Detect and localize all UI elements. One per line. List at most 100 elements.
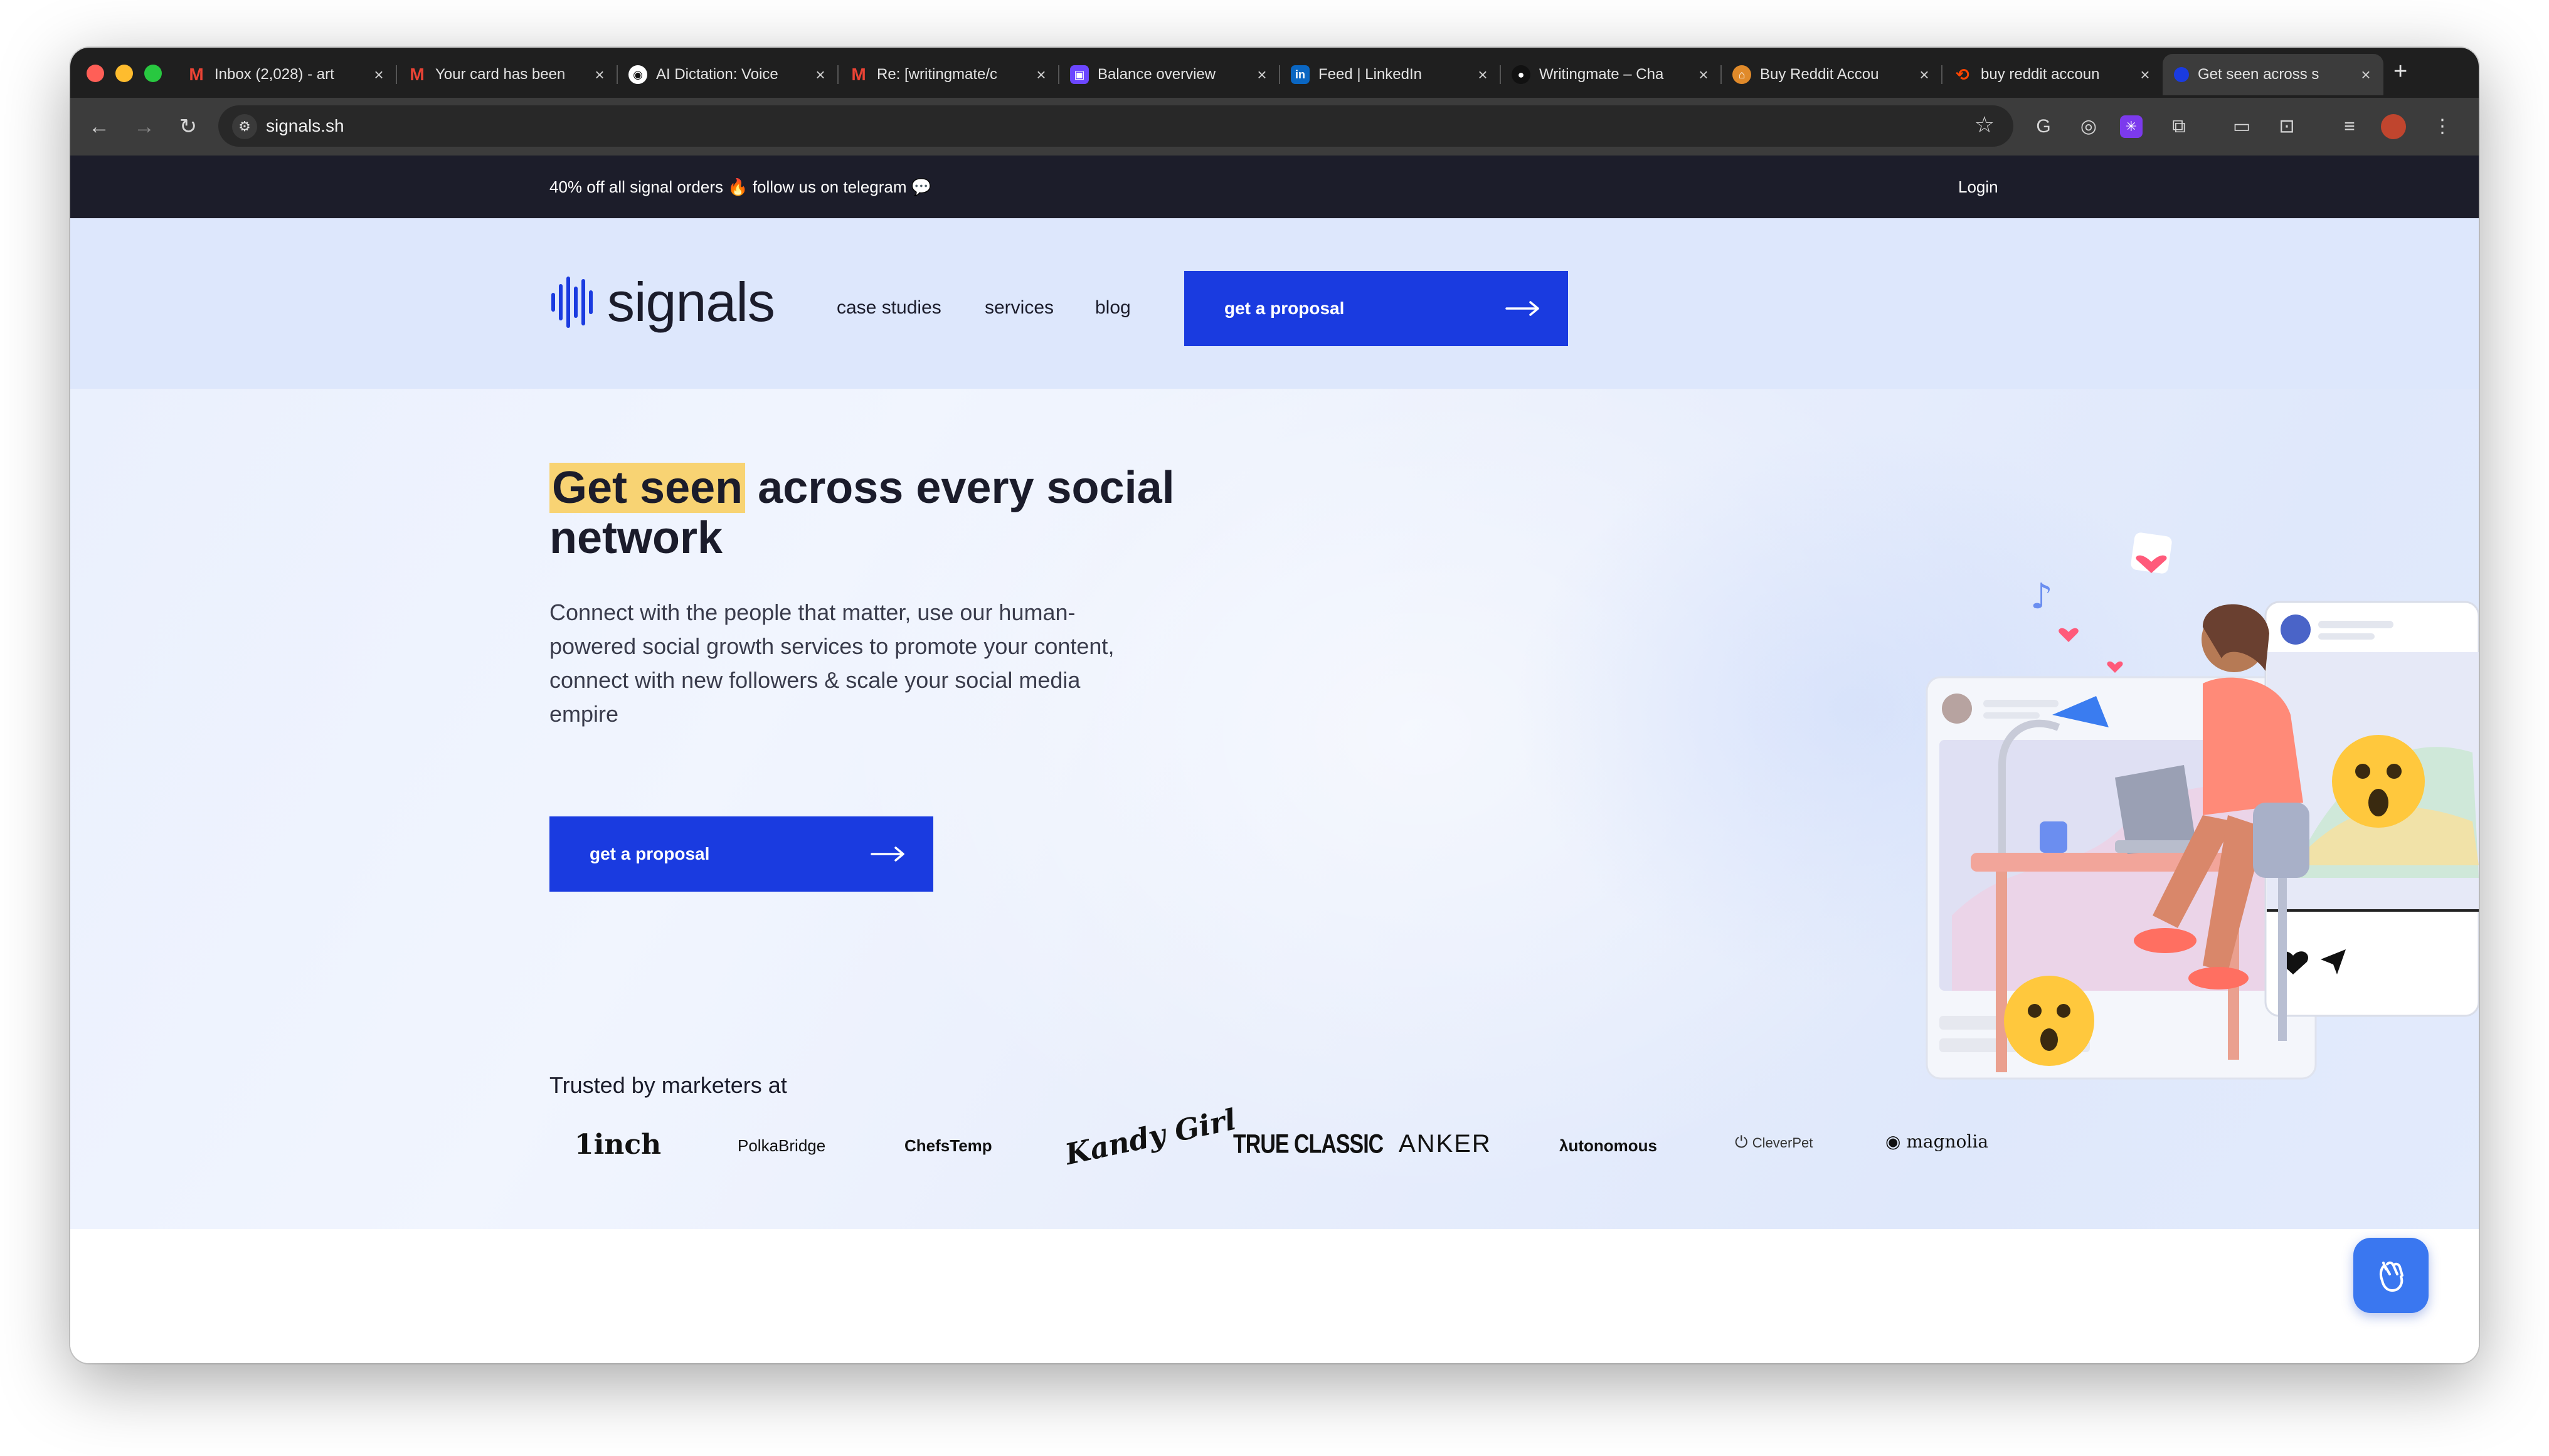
waving-hand-icon (2379, 1261, 2403, 1292)
brand-logo: ⏻ CleverPet (1735, 1132, 1813, 1151)
brand-logo: PolkaBridge (738, 1136, 826, 1155)
tab-title: buy reddit accoun (1981, 66, 2100, 83)
close-tab-icon[interactable]: × (2136, 65, 2154, 85)
browser-tab-active[interactable]: Get seen across s × (2163, 54, 2383, 95)
cta-label: get a proposal (1224, 298, 1345, 318)
signals-icon (2174, 67, 2189, 82)
hero-illustration: ♪ (1926, 532, 2479, 1080)
hero-headline: Get seen across every social network (549, 463, 1177, 563)
login-link[interactable]: Login (1958, 177, 1998, 197)
extensions-puzzle-icon[interactable]: ⧉ (2165, 113, 2193, 140)
browser-tab[interactable]: M Re: [writingmate/c × (838, 54, 1059, 95)
maximize-window-button[interactable] (144, 65, 162, 82)
close-tab-icon[interactable]: × (2357, 65, 2375, 85)
browser-tab[interactable]: M Your card has been × (396, 54, 618, 95)
close-tab-icon[interactable]: × (370, 65, 388, 85)
announcement-message[interactable]: 40% off all signal orders 🔥 follow us on… (549, 177, 931, 197)
ai-extension-icon[interactable]: ✳ (2120, 115, 2143, 138)
robot-extension-icon[interactable]: ◎ (2075, 113, 2102, 140)
tab-title: Re: [writingmate/c (877, 66, 998, 83)
reddit-search-icon: ⟲ (1956, 65, 1969, 84)
browser-tab[interactable]: M Inbox (2,028) - art × (176, 54, 397, 95)
tab-title: Balance overview (1098, 66, 1216, 83)
browser-tab[interactable]: ⌂ Buy Reddit Accou × (1721, 54, 1942, 95)
browser-tab[interactable]: ◉ AI Dictation: Voice × (617, 54, 839, 95)
headline-highlight: Get seen (549, 463, 746, 513)
url-text[interactable]: signals.sh (266, 116, 344, 136)
brand-logo-text: magnolia (1906, 1131, 1989, 1152)
brand-logo-text: CleverPet (1752, 1135, 1813, 1151)
close-tab-icon[interactable]: × (812, 65, 829, 85)
brand-logo: 1inch (575, 1129, 662, 1161)
gmail-icon: M (851, 65, 866, 84)
bookmark-star-icon[interactable]: ☆ (1974, 112, 1995, 138)
tab-title: AI Dictation: Voice (656, 66, 778, 83)
browser-toolbar: ← → ↻ ⚙ signals.sh ☆ G ◎ ✳ ⧉ ▭ ⊡ ≡ ⋮ (70, 98, 2479, 156)
stripe-icon: ▣ (1070, 65, 1089, 84)
next-section (70, 1229, 2479, 1363)
back-icon[interactable]: ← (85, 113, 113, 140)
arrow-right-icon (871, 847, 904, 862)
close-window-button[interactable] (87, 65, 104, 82)
more-menu-icon[interactable]: ⋮ (2429, 113, 2456, 140)
close-tab-icon[interactable]: × (1695, 65, 1712, 85)
tab-title: Buy Reddit Accou (1760, 66, 1879, 83)
nav-case-studies[interactable]: case studies (837, 297, 941, 319)
tab-search-icon[interactable]: ▭ (2228, 113, 2255, 140)
tab-title: Inbox (2,028) - art (215, 66, 334, 83)
trusted-label: Trusted by marketers at (549, 1072, 787, 1098)
browser-window: M Inbox (2,028) - art × M Your card has … (70, 48, 2479, 1363)
arrow-right-icon (1505, 301, 1539, 316)
minimize-window-button[interactable] (115, 65, 133, 82)
signals-logo[interactable]: signals (549, 271, 775, 334)
dictation-icon: ◉ (628, 65, 647, 84)
header-get-proposal-button[interactable]: get a proposal (1184, 271, 1568, 346)
gmail-icon: M (410, 65, 425, 84)
writingmate-icon: ● (1512, 65, 1530, 84)
address-bar[interactable]: ⚙ signals.sh ☆ (218, 105, 2013, 147)
brand-logo: ChefsTemp (904, 1136, 992, 1155)
close-tab-icon[interactable]: × (1032, 65, 1050, 85)
new-tab-button[interactable]: + (2393, 59, 2407, 84)
tab-title: Get seen across s (2198, 66, 2319, 83)
hero-get-proposal-button[interactable]: get a proposal (549, 816, 933, 892)
svg-text:♪: ♪ (2030, 576, 2053, 617)
site-header: signals case studies services blog get a… (70, 218, 2479, 389)
forward-icon[interactable]: → (130, 113, 158, 140)
nav-services[interactable]: services (985, 297, 1054, 319)
brand-logo: ANKER (1399, 1130, 1492, 1158)
brand-logos-row: 1inch PolkaBridge ChefsTemp Kandy Girl T… (549, 1102, 2055, 1185)
hero-section: Get seen across every social network Con… (70, 389, 2479, 1229)
site-settings-icon[interactable]: ⚙ (232, 114, 257, 139)
browser-tab[interactable]: ⟲ buy reddit accoun × (1942, 54, 2163, 95)
chat-widget-button[interactable] (2353, 1238, 2429, 1313)
close-tab-icon[interactable]: × (1474, 65, 1492, 85)
tab-title: Feed | LinkedIn (1318, 66, 1423, 83)
grammar-extension-icon[interactable]: G (2030, 113, 2057, 140)
reload-icon[interactable]: ↻ (174, 113, 202, 140)
brand-logo: TRUE CLASSIC (1233, 1129, 1384, 1159)
tab-title: Your card has been (435, 66, 566, 83)
shop-icon: ⌂ (1732, 65, 1751, 84)
nav-blog[interactable]: blog (1095, 297, 1131, 319)
reading-list-icon[interactable]: ≡ (2336, 113, 2363, 140)
close-tab-icon[interactable]: × (1253, 65, 1271, 85)
hero-subtext: Connect with the people that matter, use… (549, 599, 1115, 727)
brand-logo: Kandy Girl (1062, 1102, 1239, 1172)
profile-avatar-icon[interactable] (2381, 114, 2406, 139)
announcement-bar: 40% off all signal orders 🔥 follow us on… (70, 156, 2479, 218)
linkedin-icon: in (1291, 65, 1310, 84)
brand-logo: λutonomous (1559, 1136, 1657, 1155)
logo-wordmark: signals (607, 271, 775, 333)
browser-tab[interactable]: in Feed | LinkedIn × (1280, 54, 1501, 95)
waveform-icon (551, 277, 593, 328)
gmail-icon: M (189, 65, 204, 84)
browser-tab[interactable]: ● Writingmate – Cha × (1500, 54, 1722, 95)
brand-logo: ◉ magnolia (1885, 1131, 1989, 1152)
close-tab-icon[interactable]: × (591, 65, 608, 85)
tab-strip: M Inbox (2,028) - art × M Your card has … (70, 48, 2479, 98)
tab-title: Writingmate – Cha (1539, 66, 1664, 83)
cast-icon[interactable]: ⊡ (2273, 113, 2301, 140)
close-tab-icon[interactable]: × (1916, 65, 1933, 85)
browser-tab[interactable]: ▣ Balance overview × (1059, 54, 1280, 95)
